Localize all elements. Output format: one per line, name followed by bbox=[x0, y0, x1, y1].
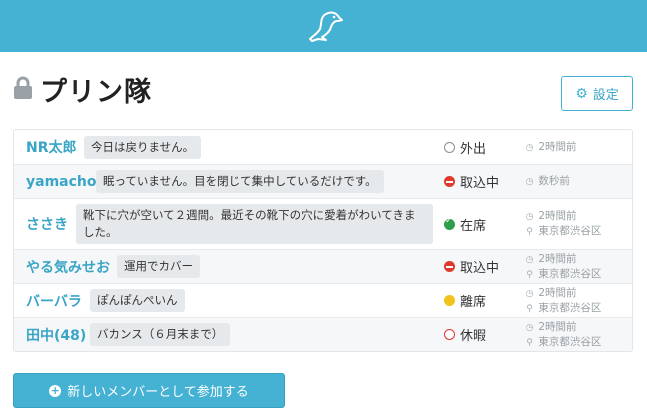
minus-circle-icon bbox=[444, 176, 455, 187]
yellow-dot-icon bbox=[444, 295, 455, 306]
gear-icon: ⚙ bbox=[575, 85, 588, 102]
member-name[interactable]: バーバラ bbox=[26, 291, 82, 311]
member-location: 東京都渋谷区 bbox=[538, 267, 602, 280]
clock-icon: ◷ bbox=[525, 322, 534, 333]
member-time: 2時間前 bbox=[538, 140, 577, 153]
member-list: NR太郎 今日は戻りません。 外出 ◷ 2時間前 yamacho 眠っていません… bbox=[13, 129, 633, 352]
member-meta: ◷ 2時間前 ⚲ 東京都渋谷区 bbox=[524, 209, 602, 239]
member-name[interactable]: yamacho bbox=[26, 174, 97, 190]
member-time: 2時間前 bbox=[538, 252, 577, 265]
member-message: 今日は戻りません。 bbox=[84, 135, 202, 159]
member-location: 東京都渋谷区 bbox=[538, 225, 602, 237]
member-row: 田中(48) バカンス（６月末まで） 休暇 ◷ 2時間前 ⚲ 東京都渋谷区 bbox=[14, 317, 632, 351]
member-row: yamacho 眠っていません。目を閉じて集中しているだけです。 取込中 ◷ 数… bbox=[14, 164, 632, 198]
clock-icon: ◷ bbox=[525, 142, 534, 153]
member-meta: ◷ 2時間前 ⚲ 東京都渋谷区 bbox=[524, 286, 602, 316]
member-name[interactable]: NR太郎 bbox=[26, 137, 77, 157]
member-status: 離席 bbox=[444, 291, 486, 310]
clock-icon: ◷ bbox=[525, 288, 534, 299]
clock-icon: ◷ bbox=[525, 212, 534, 222]
status-label: 取込中 bbox=[460, 261, 500, 276]
member-message: 靴下に穴が空いて２週間。最近その靴下の穴に愛着がわいてきました。 bbox=[76, 204, 433, 244]
member-meta: ◷ 2時間前 ⚲ 東京都渋谷区 bbox=[524, 320, 602, 350]
plus-circle-icon: + bbox=[49, 383, 62, 397]
member-row: NR太郎 今日は戻りません。 外出 ◷ 2時間前 bbox=[14, 130, 632, 164]
member-status: 休暇 bbox=[444, 325, 486, 344]
member-time: 2時間前 bbox=[538, 286, 577, 299]
member-time: 2時間前 bbox=[538, 210, 577, 222]
member-message: ぽんぽんぺいん bbox=[90, 289, 185, 312]
status-label: 在席 bbox=[460, 218, 487, 234]
member-status: 取込中 bbox=[444, 172, 499, 191]
settings-label: 設定 bbox=[592, 88, 619, 103]
member-meta: ◷ 2時間前 bbox=[524, 140, 577, 155]
lock-icon bbox=[14, 76, 32, 99]
member-row: ささき 靴下に穴が空いて２週間。最近その靴下の穴に愛着がわいてきました。 在席 … bbox=[14, 198, 632, 249]
clock-icon: ◷ bbox=[525, 177, 534, 187]
member-meta: ◷ 数秒前 bbox=[524, 174, 570, 189]
location-pin-icon: ⚲ bbox=[526, 337, 533, 348]
page-title: プリン隊 bbox=[40, 77, 152, 108]
member-name[interactable]: やる気みせお bbox=[26, 257, 110, 277]
location-pin-icon: ⚲ bbox=[526, 303, 533, 314]
member-message: 眠っていません。目を閉じて集中しているだけです。 bbox=[96, 170, 384, 193]
member-message: バカンス（６月末まで） bbox=[90, 323, 231, 346]
member-status: 外出 bbox=[444, 138, 486, 157]
member-name[interactable]: 田中(48) bbox=[26, 325, 86, 345]
check-circle-icon bbox=[444, 216, 455, 230]
member-location: 東京都渋谷区 bbox=[538, 335, 602, 348]
status-label: 離席 bbox=[460, 295, 487, 310]
member-time: 2時間前 bbox=[538, 320, 577, 333]
member-status: 在席 bbox=[444, 215, 486, 234]
member-meta: ◷ 2時間前 ⚲ 東京都渋谷区 bbox=[524, 252, 602, 282]
location-pin-icon: ⚲ bbox=[526, 269, 533, 280]
minus-circle-icon bbox=[444, 261, 455, 272]
clock-icon: ◷ bbox=[525, 254, 534, 265]
red-circle-outline-icon bbox=[444, 329, 455, 340]
member-message: 運用でカバー bbox=[117, 255, 200, 278]
join-button-label: 新しいメンバーとして参加する bbox=[67, 385, 249, 400]
status-label: 取込中 bbox=[460, 176, 500, 191]
settings-button[interactable]: ⚙ 設定 bbox=[561, 76, 633, 111]
status-label: 休暇 bbox=[460, 329, 487, 344]
circle-outline-icon bbox=[444, 141, 455, 153]
status-label: 外出 bbox=[460, 141, 487, 157]
top-bar bbox=[0, 0, 647, 52]
seal-logo-icon[interactable] bbox=[304, 9, 344, 43]
member-name[interactable]: ささき bbox=[26, 214, 68, 234]
member-location: 東京都渋谷区 bbox=[538, 301, 602, 314]
member-row: やる気みせお 運用でカバー 取込中 ◷ 2時間前 ⚲ 東京都渋谷区 bbox=[14, 249, 632, 283]
member-time: 数秒前 bbox=[538, 175, 570, 187]
member-status: 取込中 bbox=[444, 257, 499, 276]
location-pin-icon: ⚲ bbox=[526, 227, 533, 237]
join-as-member-button[interactable]: + 新しいメンバーとして参加する bbox=[13, 373, 285, 408]
member-row: バーバラ ぽんぽんぺいん 離席 ◷ 2時間前 ⚲ 東京都渋谷区 bbox=[14, 283, 632, 317]
